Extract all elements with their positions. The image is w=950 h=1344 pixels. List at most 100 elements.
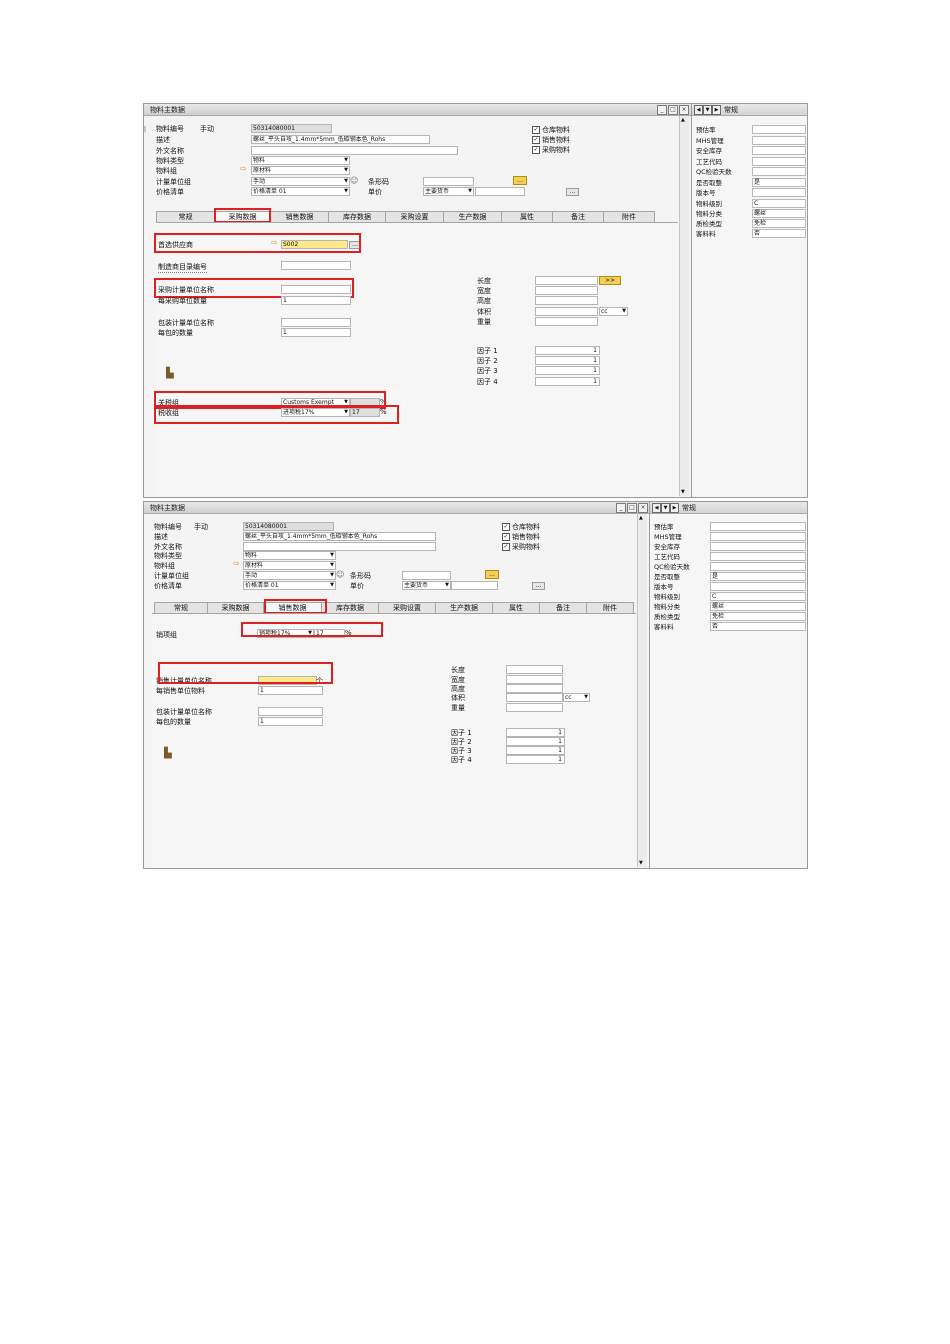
uom-group-select[interactable]: 手动 <box>251 177 350 186</box>
volume-unit-select[interactable]: cc <box>563 693 590 702</box>
scroll-down-icon[interactable]: ▼ <box>639 860 643 866</box>
tab-attachments[interactable]: 附件 <box>603 211 655 222</box>
mfr-catalog-field[interactable] <box>281 261 351 270</box>
item-type-select[interactable]: 物料 <box>251 156 350 165</box>
maximize-button[interactable]: □ <box>668 105 678 115</box>
price-detail-button[interactable]: … <box>566 188 579 196</box>
qty-per-package-field[interactable]: 1 <box>281 328 351 337</box>
item-no-field[interactable]: 50314080001 <box>251 124 332 133</box>
tab-remarks[interactable]: 备注 <box>552 211 604 222</box>
purchase-item-checkbox[interactable]: ✓ 采购物料 <box>532 145 570 155</box>
inventory-item-checkbox[interactable]: ✓ 仓库物料 <box>502 522 540 532</box>
smiley-icon[interactable]: ☺ <box>336 570 344 579</box>
item-group-select[interactable]: 原材料 <box>243 561 336 570</box>
bar-chart-icon[interactable]: ▙ <box>164 748 172 759</box>
barcode-browse-button[interactable]: … <box>513 176 527 185</box>
dropdown-icon[interactable]: ▼ <box>703 105 712 115</box>
factor4-field[interactable]: 1 <box>535 377 600 386</box>
price-detail-button[interactable]: … <box>532 582 545 590</box>
tab-general[interactable]: 常规 <box>156 211 215 222</box>
width-field[interactable] <box>506 675 563 684</box>
tab-planning[interactable]: 采购设置 <box>378 602 436 613</box>
tab-properties[interactable]: 属性 <box>501 211 553 222</box>
item-no-field[interactable]: 50314080001 <box>243 522 334 531</box>
bar-chart-icon[interactable]: ▙ <box>166 368 174 379</box>
prev-icon[interactable]: ◀ <box>694 105 703 115</box>
purchase-item-checkbox[interactable]: ✓ 采购物料 <box>502 542 540 552</box>
minimize-button[interactable]: _ <box>657 105 667 115</box>
currency-select[interactable]: 主要货币 <box>423 187 474 196</box>
price-field[interactable] <box>451 581 498 590</box>
main-scrollbar[interactable]: ▲ ▼ <box>679 116 689 496</box>
height-field[interactable] <box>506 684 563 693</box>
item-no-mode[interactable]: 手动 <box>194 522 208 532</box>
dropdown-icon[interactable]: ▼ <box>661 503 670 513</box>
desc-field[interactable]: 螺丝_平头自攻_1.4mm*5mm_低碳钢本色_Rohs <box>251 135 430 144</box>
main-scrollbar[interactable]: ▲ ▼ <box>637 514 647 867</box>
link-arrow-icon[interactable]: ⇨ <box>240 164 247 173</box>
factor4-field[interactable]: 1 <box>506 755 565 764</box>
qty-per-package-field[interactable]: 1 <box>258 717 323 726</box>
sales-item-checkbox[interactable]: ✓ 销售物料 <box>502 532 540 542</box>
barcode-field[interactable] <box>402 571 451 580</box>
tab-general[interactable]: 常规 <box>154 602 208 613</box>
tab-production[interactable]: 生产数据 <box>435 602 493 613</box>
tab-inventory[interactable]: 库存数据 <box>328 211 386 222</box>
inventory-item-checkbox[interactable]: ✓ 仓库物料 <box>532 125 570 135</box>
prev-icon[interactable]: ◀ <box>652 503 661 513</box>
close-button[interactable]: × <box>638 503 648 513</box>
factor2-field[interactable]: 1 <box>506 737 565 746</box>
volume-field[interactable] <box>506 693 563 702</box>
desc-field[interactable]: 螺丝_平头自攻_1.4mm*5mm_低碳钢本色_Rohs <box>243 532 436 541</box>
tab-production[interactable]: 生产数据 <box>443 211 502 222</box>
item-type-select[interactable]: 物料 <box>243 551 336 560</box>
price-list-select[interactable]: 价格清单 01 <box>251 187 350 196</box>
height-field[interactable] <box>535 296 598 305</box>
tab-purchasing[interactable]: 采购数据 <box>207 602 264 613</box>
items-per-purchase-field[interactable]: 1 <box>281 296 351 305</box>
packaging-uom-field[interactable] <box>258 707 323 716</box>
item-group-select[interactable]: 原材料 <box>251 166 350 175</box>
price-list-select[interactable]: 价格清单 01 <box>243 581 336 590</box>
maximize-button[interactable]: □ <box>627 503 637 513</box>
scroll-up-icon[interactable]: ▲ <box>639 515 643 521</box>
close-button[interactable]: × <box>679 105 689 115</box>
weight-field[interactable] <box>506 703 563 712</box>
tab-inventory[interactable]: 库存数据 <box>321 602 379 613</box>
scroll-down-icon[interactable]: ▼ <box>681 489 685 495</box>
tab-sales[interactable]: 销售数据 <box>270 211 329 222</box>
length-field[interactable] <box>506 665 563 674</box>
weight-field[interactable] <box>535 317 598 326</box>
packaging-uom-field[interactable] <box>281 318 351 327</box>
volume-field[interactable] <box>535 307 598 316</box>
minimize-button[interactable]: _ <box>616 503 626 513</box>
next-icon[interactable]: ▶ <box>670 503 679 513</box>
currency-select[interactable]: 主要货币 <box>402 581 451 590</box>
tab-properties[interactable]: 属性 <box>492 602 540 613</box>
expand-dimensions-button[interactable]: >> <box>599 276 621 285</box>
barcode-field[interactable] <box>423 177 474 186</box>
factor1-field[interactable]: 1 <box>535 346 600 355</box>
tab-planning[interactable]: 采购设置 <box>385 211 444 222</box>
foreign-name-field[interactable] <box>243 542 436 551</box>
scroll-up-icon[interactable]: ▲ <box>681 117 685 123</box>
sales-item-checkbox[interactable]: ✓ 销售物料 <box>532 135 570 145</box>
item-no-mode[interactable]: 手动 <box>200 124 214 134</box>
items-per-sales-field[interactable]: 1 <box>258 686 323 695</box>
factor3-field[interactable]: 1 <box>535 366 600 375</box>
width-field[interactable] <box>535 286 598 295</box>
factor3-field[interactable]: 1 <box>506 746 565 755</box>
volume-unit-select[interactable]: cc <box>599 307 628 316</box>
price-field[interactable] <box>475 187 525 196</box>
link-arrow-icon[interactable]: ⇨ <box>233 559 240 568</box>
barcode-browse-button[interactable]: … <box>485 570 499 579</box>
next-icon[interactable]: ▶ <box>712 105 721 115</box>
factor2-field[interactable]: 1 <box>535 356 600 365</box>
tab-attachments[interactable]: 附件 <box>586 602 634 613</box>
length-field[interactable] <box>535 276 598 285</box>
factor1-field[interactable]: 1 <box>506 728 565 737</box>
foreign-name-field[interactable] <box>251 146 458 155</box>
smiley-icon[interactable]: ☺ <box>350 176 358 185</box>
uom-group-select[interactable]: 手动 <box>243 571 336 580</box>
tab-remarks[interactable]: 备注 <box>539 602 587 613</box>
